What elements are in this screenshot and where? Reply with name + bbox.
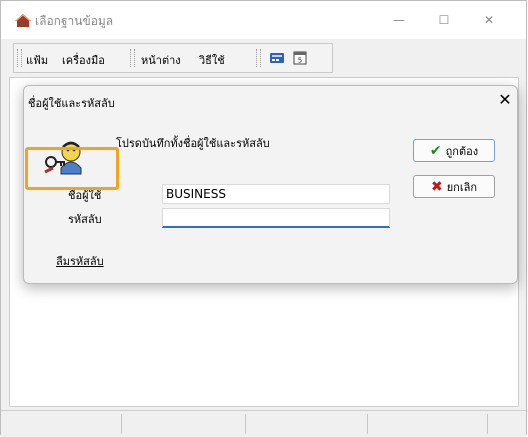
status-separator xyxy=(245,414,246,434)
maximize-button[interactable]: ☐ xyxy=(422,5,466,35)
cancel-button[interactable]: ✖ ยกเลิก xyxy=(413,175,495,198)
ok-button-label: ถูกต้อง xyxy=(445,144,479,158)
calendar-icon[interactable]: 5 xyxy=(292,51,308,65)
password-label: รหัสลับ xyxy=(68,213,102,226)
cancel-button-label: ยกเลิก xyxy=(446,180,477,194)
status-bar xyxy=(1,410,526,437)
dialog-close-button[interactable]: ✕ xyxy=(495,90,515,110)
dialog-message: โปรดบันทึกทั้งชื่อผู้ใช้และรหัสลับ xyxy=(116,137,270,150)
title-bar: เลือกฐานข้อมูล — ☐ ✕ xyxy=(1,1,526,39)
window-title: เลือกฐานข้อมูล xyxy=(35,14,114,28)
toolbar-grip[interactable] xyxy=(17,49,22,67)
menu-window[interactable]: หน้าต่าง xyxy=(141,51,181,69)
forgot-password-link[interactable]: ลืมรหัสลับ xyxy=(56,252,104,270)
status-separator xyxy=(121,414,122,434)
ok-button[interactable]: ✔ ถูกต้อง xyxy=(413,139,495,162)
menu-bar: แฟ้ม เครื่องมือ หน้าต่าง วิธีใช้ 5 xyxy=(13,43,333,73)
app-icon xyxy=(15,14,31,27)
x-icon: ✖ xyxy=(430,178,443,195)
status-separator xyxy=(367,414,368,434)
toolbar-grip[interactable] xyxy=(130,49,135,67)
close-button[interactable]: ✕ xyxy=(467,5,511,35)
minimize-button[interactable]: — xyxy=(377,5,421,35)
svg-text:5: 5 xyxy=(298,57,302,65)
toolbar-grip[interactable] xyxy=(256,49,261,67)
status-separator xyxy=(487,414,488,434)
calculator-icon[interactable] xyxy=(269,51,285,65)
menu-tools[interactable]: เครื่องมือ xyxy=(62,51,105,69)
dialog-title: ชื่อผู้ใช้และรหัสลับ xyxy=(28,97,115,110)
username-field[interactable]: BUSINESS xyxy=(162,184,390,204)
check-icon: ✔ xyxy=(429,142,442,159)
highlight-box xyxy=(25,147,119,190)
menu-help[interactable]: วิธีใช้ xyxy=(199,51,225,69)
menu-file[interactable]: แฟ้ม xyxy=(26,51,48,69)
password-field[interactable] xyxy=(162,208,390,228)
